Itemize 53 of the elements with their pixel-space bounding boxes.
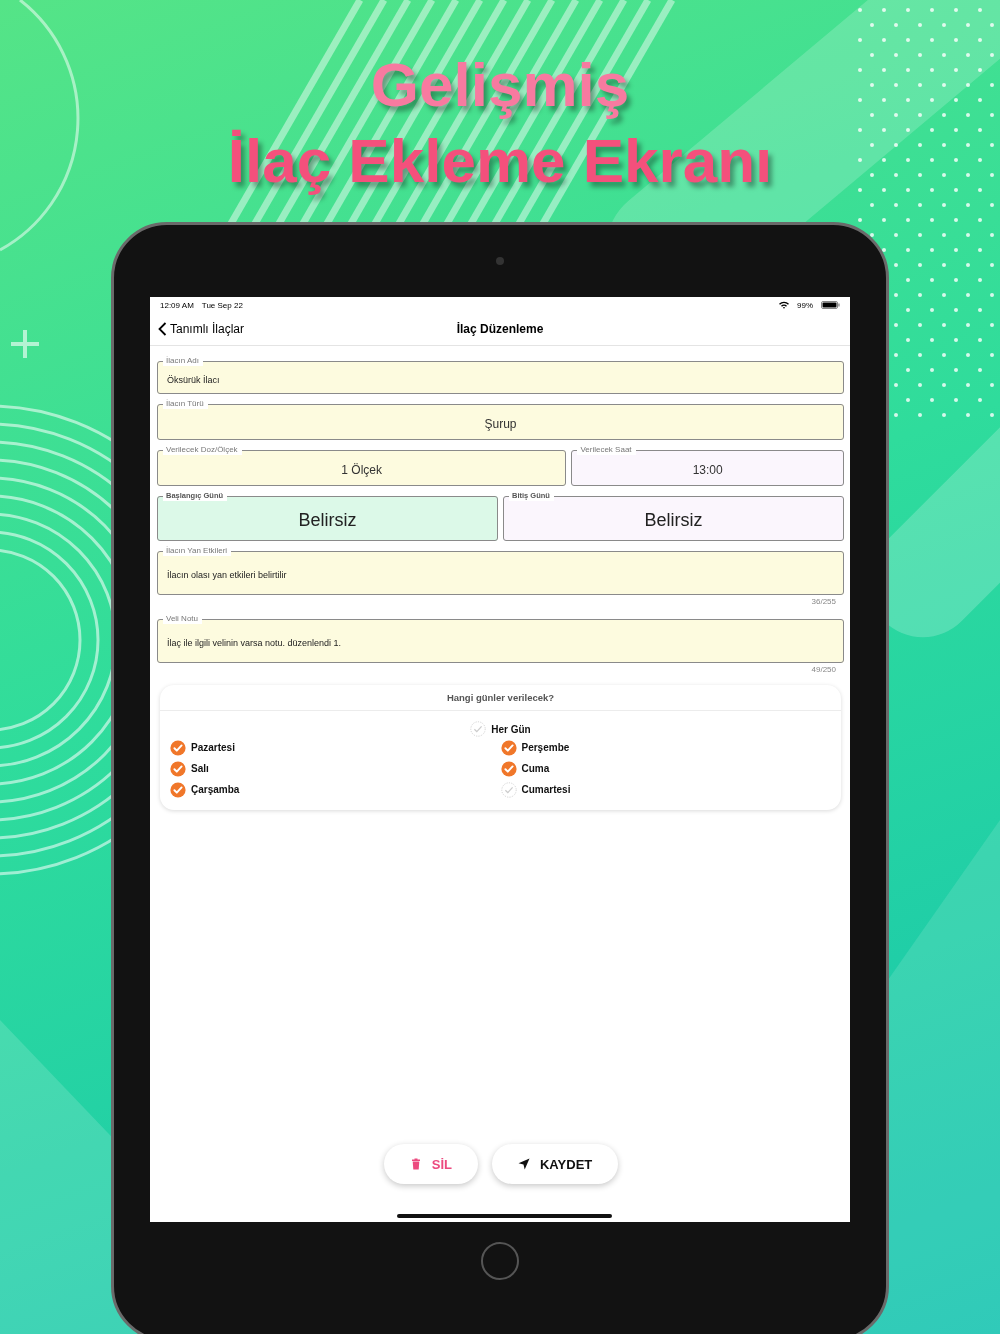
field-value: İlacın olası yan etkileri belirtilir: [167, 570, 287, 580]
field-value: Öksürük İlacı: [167, 375, 220, 385]
checked-icon[interactable]: [170, 739, 186, 756]
day-label: Pazartesi: [191, 742, 235, 753]
headline: İlaç Ekleme Ekranı: [227, 126, 773, 196]
trash-icon: [409, 1158, 422, 1170]
back-button[interactable]: Tanımlı İlaçlar: [158, 322, 245, 336]
field-value: Belirsiz: [298, 509, 357, 531]
field-label: İlacın Adı: [163, 356, 203, 366]
day-label: Cumartesi: [521, 784, 571, 795]
unchecked-icon[interactable]: [500, 781, 517, 798]
field-label: İlacın Türü: [163, 399, 208, 409]
camera-icon: [496, 257, 504, 265]
picker-field[interactable]: İlacın Türü Şurup: [157, 399, 844, 440]
status-date: Tue Sep 22: [201, 300, 243, 310]
input-field[interactable]: İlacın Yan Etkileri İlacın olası yan etkileri belirtilir: [157, 546, 844, 595]
picker-field[interactable]: Verilecek Doz/Ölçek 1 Ölçek: [157, 445, 567, 486]
chevron-left-icon: [158, 322, 167, 336]
delete-button[interactable]: SİL: [383, 1144, 478, 1184]
checked-icon[interactable]: [170, 760, 186, 777]
field-value: Şurup: [484, 417, 517, 431]
field-value: 13:00: [692, 463, 723, 477]
field-label: Verilecek Saat: [577, 445, 636, 455]
send-icon: [518, 1158, 530, 1170]
card-title: Hangi günler verilecek?: [446, 692, 555, 703]
headline: Gelişmiş: [370, 50, 630, 120]
field-label: Verilecek Doz/Ölçek: [163, 445, 242, 455]
input-field[interactable]: İlacın Adı Öksürük İlacı: [157, 356, 844, 394]
day-label: Her Gün: [491, 723, 531, 735]
wifi-icon: [779, 301, 789, 309]
field-label: İlacın Yan Etkileri: [163, 546, 232, 556]
unchecked-icon[interactable]: [470, 721, 487, 737]
character-counter: 49/250: [811, 665, 836, 676]
field-value: Belirsiz: [644, 509, 703, 531]
status-time: 12:09 AM: [160, 300, 194, 310]
save-button[interactable]: KAYDET: [492, 1144, 619, 1184]
battery-percent: 99%: [797, 300, 813, 310]
battery-icon: [821, 301, 840, 309]
day-label: Çarşamba: [191, 784, 240, 795]
checked-icon[interactable]: [170, 781, 186, 798]
screen-title: İlaç Düzenleme: [456, 322, 544, 336]
checked-icon[interactable]: [500, 760, 517, 777]
character-counter: 36/255: [811, 597, 836, 608]
day-label: Cuma: [521, 763, 550, 774]
day-label: Salı: [191, 763, 209, 774]
checked-icon[interactable]: [500, 739, 517, 756]
home-button[interactable]: [481, 1242, 519, 1280]
field-label: Veli Notu: [163, 614, 203, 624]
field-value: 1 Ölçek: [341, 463, 383, 477]
field-value: İlaç ile ilgili velinin varsa notu. düzenlendi 1.: [167, 638, 342, 648]
input-field[interactable]: Veli Notu İlaç ile ilgili velinin varsa notu. düzenlendi 1.: [157, 614, 844, 663]
picker-field[interactable]: Verilecek Saat 13:00: [571, 445, 844, 486]
day-label: Perşembe: [521, 742, 570, 753]
